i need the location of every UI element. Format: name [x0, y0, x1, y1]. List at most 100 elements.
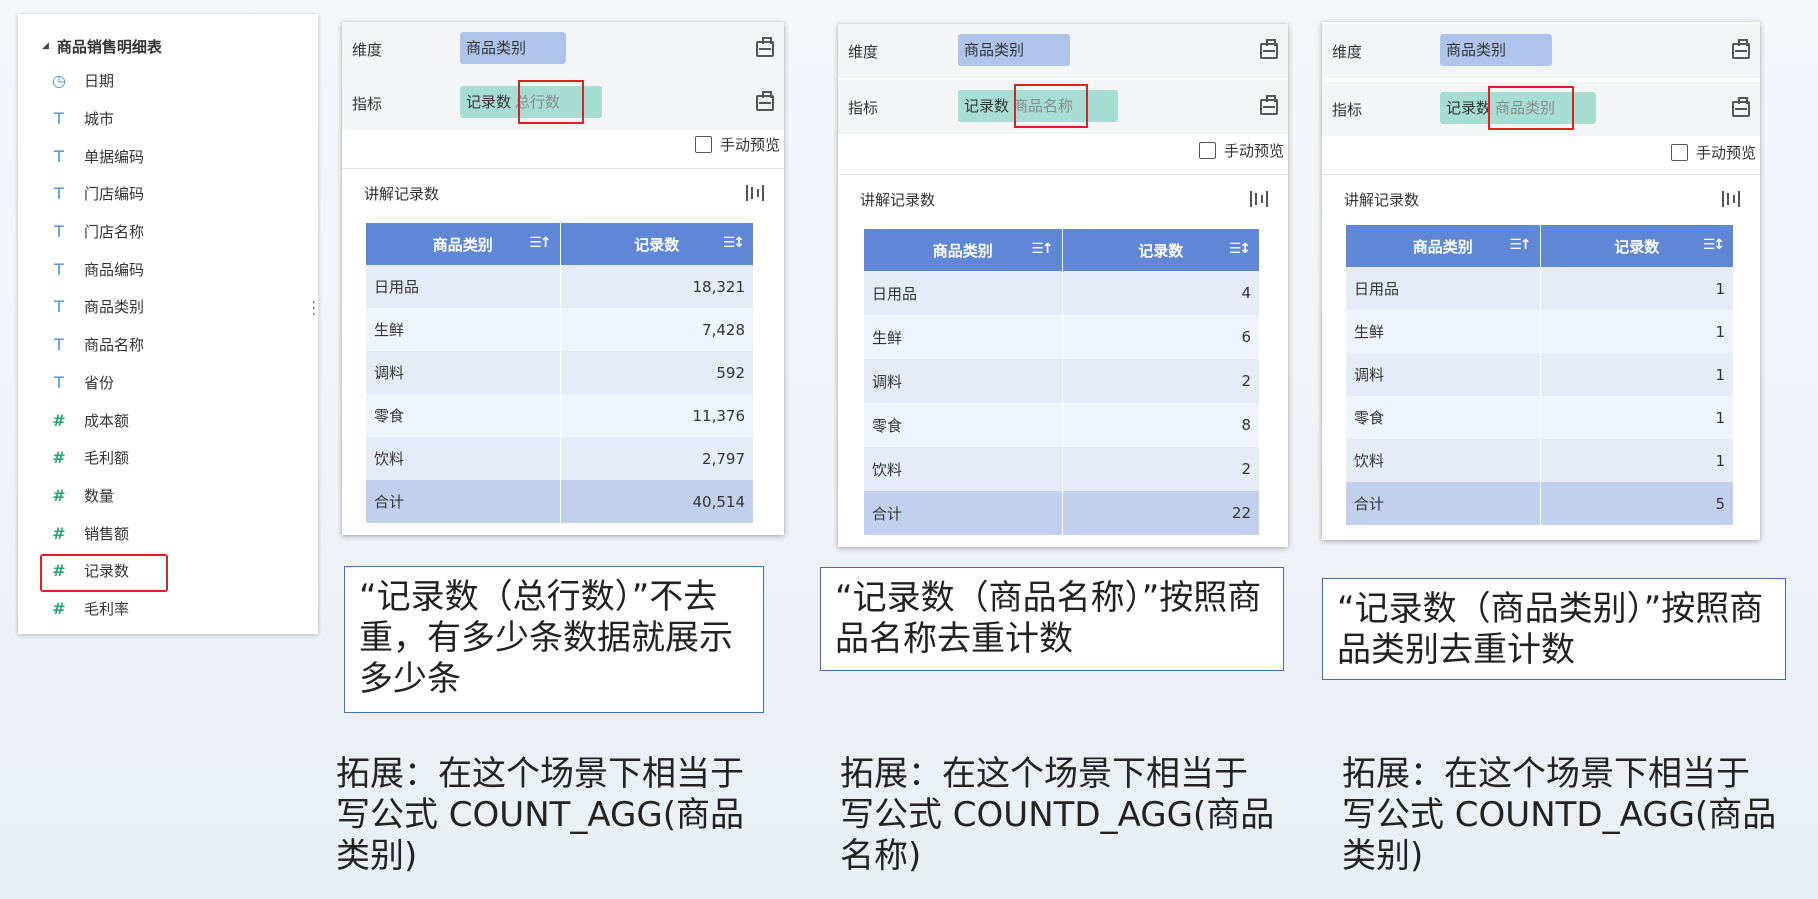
field-label: 门店编码	[84, 185, 145, 204]
chart-type-icon[interactable]	[746, 185, 764, 201]
field-item[interactable]: T 门店名称	[18, 213, 318, 251]
table-cell: 生鲜	[1346, 310, 1541, 353]
formula-field-icon: #	[52, 598, 66, 618]
field-label: 商品编码	[84, 260, 145, 279]
field-item[interactable]: T 单据编码	[18, 137, 318, 175]
lock-icon[interactable]	[1260, 95, 1278, 115]
note-text-2: “记录数（商品名称）”按照商品名称去重计数	[835, 578, 1262, 659]
manual-preview-toggle[interactable]: 手动预览	[694, 134, 780, 155]
field-item[interactable]: # 数量	[18, 477, 318, 515]
measure-row: 指标 记录数 总行数	[342, 76, 784, 130]
table-cell: 零食	[864, 403, 1063, 447]
table-row: 调料 2	[864, 359, 1260, 403]
field-item[interactable]: T 省份	[18, 364, 318, 402]
sort-asc-icon[interactable]: ☰↑	[529, 235, 551, 251]
table-row: 日用品 4	[864, 271, 1260, 315]
checkbox[interactable]	[694, 136, 712, 153]
total-value: 5	[1540, 482, 1734, 525]
total-value: 22	[1062, 491, 1260, 535]
column-header[interactable]: 记录数 ☰↕	[1540, 225, 1734, 267]
collapse-triangle-icon[interactable]: ◢	[42, 41, 49, 51]
table-row: 调料 592	[366, 351, 754, 394]
preview-label: 手动预览	[719, 136, 780, 154]
checkbox[interactable]	[1670, 144, 1688, 161]
data-table: 商品类别 ☰↑ 记录数 ☰↕ 日用品 4 生鲜 6 调料 2 零食 8 饮料 2 合计 22	[864, 229, 1260, 535]
measure-pill[interactable]: 记录数 商品名称	[958, 84, 1118, 128]
column-header[interactable]: 商品类别 ☰↑	[366, 223, 561, 265]
column-header-text: 商品类别	[932, 241, 993, 260]
field-item[interactable]: T 城市	[18, 100, 318, 138]
resize-handle-icon[interactable]: · · ·	[312, 296, 316, 322]
lock-icon[interactable]	[756, 37, 774, 57]
table-cell: 6	[1062, 315, 1260, 359]
table-cell: 日用品	[1346, 267, 1541, 310]
number-field-icon: #	[52, 448, 66, 468]
measure-pill[interactable]: 记录数 总行数	[460, 80, 602, 124]
total-label: 合计	[1346, 482, 1541, 525]
sort-icon[interactable]: ☰↕	[1703, 237, 1725, 253]
sort-asc-icon[interactable]: ☰↑	[1509, 237, 1531, 253]
field-item[interactable]: T 商品编码	[18, 250, 318, 288]
table-row: 生鲜 6	[864, 315, 1260, 359]
field-label: 单据编码	[84, 147, 145, 166]
column-header[interactable]: 记录数 ☰↕	[560, 223, 754, 265]
manual-preview-toggle[interactable]: 手动预览	[1198, 140, 1284, 161]
chart-type-icon[interactable]	[1250, 191, 1268, 207]
data-table: 商品类别 ☰↑ 记录数 ☰↕ 日用品 1 生鲜 1 调料 1 零食 1 饮料 1 合计 5	[1346, 225, 1734, 525]
extension-text-3: 拓展：在这个场景下相当于写公式 COUNTD_AGG(商品类别)	[1342, 754, 1777, 876]
table-row: 调料 1	[1346, 353, 1734, 396]
sort-icon[interactable]: ☰↕	[1229, 241, 1251, 257]
text-field-icon: T	[54, 259, 64, 279]
dimension-pill-text: 商品类别	[964, 41, 1025, 59]
table-cell: 18,321	[560, 265, 754, 308]
field-item[interactable]: # 毛利率	[18, 590, 318, 628]
field-item[interactable]: # 销售额	[18, 514, 318, 552]
field-item[interactable]: ◷ 日期	[18, 62, 318, 100]
text-field-icon: T	[54, 372, 64, 392]
checkbox[interactable]	[1198, 142, 1216, 159]
field-item[interactable]: # 毛利额	[18, 439, 318, 477]
column-header-text: 记录数	[634, 235, 680, 254]
measure-label: 指标	[1332, 100, 1363, 119]
field-item[interactable]: # 记录数	[18, 552, 318, 592]
lock-icon[interactable]	[1260, 39, 1278, 59]
field-item[interactable]: T 门店编码	[18, 175, 318, 213]
column-header[interactable]: 记录数 ☰↕	[1062, 229, 1260, 271]
column-header[interactable]: 商品类别 ☰↑	[1346, 225, 1541, 267]
table-cell: 1	[1540, 267, 1734, 310]
sort-asc-icon[interactable]: ☰↑	[1031, 241, 1053, 257]
component-title: 讲解记录数	[1344, 191, 1420, 209]
lock-icon[interactable]	[756, 91, 774, 111]
measure-pill[interactable]: 记录数 商品类别	[1440, 86, 1596, 130]
dimension-pill[interactable]: 商品类别	[460, 32, 566, 64]
manual-preview-toggle[interactable]: 手动预览	[1670, 142, 1756, 163]
note-box-2: “记录数（商品名称）”按照商品名称去重计数	[820, 567, 1284, 671]
chart-type-icon[interactable]	[1722, 191, 1740, 207]
highlight-box	[1014, 84, 1088, 128]
computed-number-icon: #	[52, 561, 66, 581]
column-header-text: 商品类别	[432, 235, 493, 254]
table-cell: 零食	[366, 394, 561, 437]
sort-icon[interactable]: ☰↕	[723, 235, 745, 251]
table-name: 商品销售明细表	[56, 37, 162, 56]
table-row: 饮料 2	[864, 447, 1260, 491]
extension-text-1: 拓展：在这个场景下相当于写公式 COUNT_AGG(商品类别)	[336, 754, 745, 876]
field-label: 城市	[84, 110, 115, 129]
dimension-pill[interactable]: 商品类别	[958, 34, 1070, 66]
measure-pill-text: 记录数	[964, 97, 1010, 115]
dimension-pill-text: 商品类别	[1446, 41, 1507, 59]
lock-icon[interactable]	[1732, 39, 1750, 59]
field-label: 数量	[84, 486, 115, 505]
preview-area: 讲解记录数 商品类别 ☰↑ 记录数 ☰↕ 日用品 4 生鲜 6 调料 2 零食 8 饮料 2 合计 22	[838, 174, 1288, 547]
field-item[interactable]: T 商品名称	[18, 326, 318, 364]
field-item[interactable]: T 商品类别	[18, 288, 318, 326]
field-item[interactable]: # 成本额	[18, 401, 318, 439]
table-cell: 日用品	[864, 271, 1063, 315]
lock-icon[interactable]	[1732, 97, 1750, 117]
table-header: 商品类别 ☰↑ 记录数 ☰↕	[864, 229, 1260, 271]
column-header[interactable]: 商品类别 ☰↑	[864, 229, 1063, 271]
table-row: 零食 11,376	[366, 394, 754, 437]
table-tree-node[interactable]: ◢ 商品销售明细表	[18, 30, 318, 62]
dimension-pill[interactable]: 商品类别	[1440, 34, 1552, 66]
field-list-panel: ◢ 商品销售明细表 ◷ 日期 T 城市 T 单据编码 T 门店编码 T 门店名称 T 商品编码 T 商品类…	[18, 14, 318, 634]
